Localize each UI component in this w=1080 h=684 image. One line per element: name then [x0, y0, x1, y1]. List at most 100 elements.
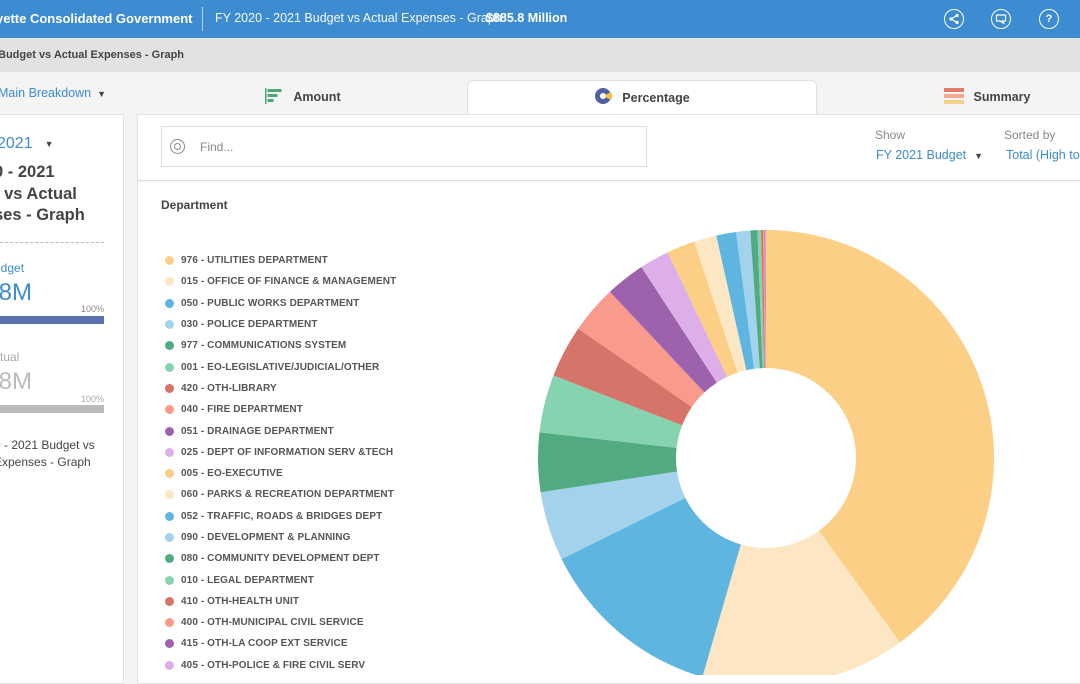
top-bar: yette Consolidated Government FY 2020 - … — [0, 0, 1080, 38]
legend-label: 050 - PUBLIC WORKS DEPARTMENT — [181, 297, 360, 309]
legend-label: 977 - COMMUNICATIONS SYSTEM — [181, 340, 347, 352]
legend-item[interactable]: 010 - LEGAL DEPARTMENT — [165, 569, 396, 590]
legend-item[interactable]: 405 - OTH-POLICE & FIRE CIVIL SERV — [165, 655, 396, 676]
legend-label: 051 - DRAINAGE DEPARTMENT — [181, 425, 334, 437]
comment-icon — [995, 14, 1007, 25]
legend-swatch — [165, 469, 174, 479]
sort-dropdown[interactable]: Total (High to — [1006, 148, 1080, 162]
legend-label: 405 - OTH-POLICE & FIRE CIVIL SERV — [181, 659, 366, 671]
show-dropdown[interactable]: FY 2021 Budget ▼ — [876, 148, 983, 162]
legend-item[interactable]: 051 - DRAINAGE DEPARTMENT — [165, 420, 396, 441]
legend-item[interactable]: 025 - DEPT OF INFORMATION SERV &TECH — [165, 442, 396, 463]
legend-item[interactable]: 977 - COMMUNICATIONS SYSTEM — [165, 335, 396, 356]
chart-title: Department — [161, 198, 228, 212]
tab-amount[interactable]: Amount — [138, 80, 468, 114]
actual-progress-fill — [0, 405, 104, 413]
legend-swatch — [165, 320, 174, 330]
budget-label: udget — [0, 261, 25, 275]
legend-swatch — [165, 298, 174, 308]
bar-chart-icon — [265, 87, 283, 107]
legend-swatch — [165, 533, 174, 542]
sidebar-description: 0 - 2021 Budget vs Expenses - Graph — [0, 438, 95, 469]
legend-item[interactable]: 415 - OTH-LA COOP EXT SERVICE — [165, 633, 396, 654]
legend-label: 976 - UTILITIES DEPARTMENT — [181, 255, 328, 267]
actual-value: .8M — [0, 368, 33, 395]
legend-label: 030 - POLICE DEPARTMENT — [181, 319, 318, 331]
share-icon — [949, 13, 959, 25]
legend-label: 080 - COMMUNITY DEVELOPMENT DEPT — [181, 553, 380, 565]
share-button[interactable] — [944, 9, 964, 29]
chart-legend: 976 - UTILITIES DEPARTMENT 015 - OFFICE O… — [165, 250, 396, 676]
summary-icon — [943, 87, 964, 107]
legend-swatch — [165, 383, 174, 393]
legend-item[interactable]: 040 - FIRE DEPARTMENT — [165, 399, 396, 420]
budget-percent: 100% — [80, 304, 104, 314]
legend-item[interactable]: 050 - PUBLIC WORKS DEPARTMENT — [165, 293, 396, 314]
budget-progress-fill — [0, 316, 104, 324]
legend-item[interactable]: 410 - OTH-HEALTH UNIT — [165, 591, 396, 612]
total-amount: $885.8 Million — [486, 11, 568, 25]
breakdown-label: Main Breakdown — [0, 86, 92, 100]
legend-item[interactable]: 080 - COMMUNITY DEVELOPMENT DEPT — [165, 548, 396, 569]
legend-swatch — [165, 639, 174, 649]
legend-item[interactable]: 976 - UTILITIES DEPARTMENT — [165, 250, 396, 271]
legend-swatch — [165, 511, 174, 521]
help-button[interactable]: ? — [1039, 9, 1059, 29]
comment-button[interactable] — [991, 9, 1011, 29]
legend-swatch — [165, 447, 174, 457]
legend-label: 415 - OTH-LA COOP EXT SERVICE — [181, 638, 348, 650]
legend-swatch — [165, 277, 174, 287]
search-input[interactable] — [200, 137, 620, 157]
legend-label: 015 - OFFICE OF FINANCE & MANAGEMENT — [181, 276, 397, 288]
legend-label: 005 - EO-EXECUTIVE — [181, 468, 283, 480]
actual-label: ctual — [0, 350, 20, 364]
tab-summary[interactable]: Summary — [817, 80, 1080, 114]
sidebar-heading: 0 - 2021 t vs Actual ses - Graph — [0, 163, 85, 224]
year-dropdown[interactable]: 2021 ▼ — [0, 135, 54, 153]
legend-swatch — [165, 405, 174, 415]
header-divider — [202, 7, 203, 31]
legend-label: 410 - OTH-HEALTH UNIT — [181, 595, 300, 607]
legend-item[interactable]: 052 - TRAFFIC, ROADS & BRIDGES DEPT — [165, 506, 396, 527]
donut-chart — [538, 230, 994, 675]
legend-swatch — [165, 426, 174, 436]
sort-label: Sorted by — [1004, 128, 1056, 142]
actual-percent: 100% — [80, 394, 104, 404]
legend-item[interactable]: 060 - PARKS & RECREATION DEPARTMENT — [165, 484, 396, 505]
legend-item[interactable]: 400 - OTH-MUNICIPAL CIVIL SERVICE — [165, 612, 396, 633]
caret-down-icon: ▼ — [97, 89, 107, 99]
page-title: FY 2020 - 2021 Budget vs Actual Expenses… — [215, 11, 502, 25]
legend-label: 040 - FIRE DEPARTMENT — [181, 404, 303, 416]
legend-swatch — [165, 618, 174, 628]
legend-item[interactable]: 015 - OFFICE OF FINANCE & MANAGEMENT — [165, 271, 396, 292]
legend-swatch — [165, 362, 174, 372]
actual-progress-bar — [0, 405, 104, 413]
legend-swatch — [165, 554, 174, 564]
org-name: yette Consolidated Government — [0, 11, 193, 26]
show-value: FY 2021 Budget — [876, 148, 967, 162]
legend-item[interactable]: 420 - OTH-LIBRARY — [165, 378, 396, 399]
caret-down-icon: ▼ — [974, 151, 984, 161]
legend-swatch — [165, 660, 174, 670]
legend-item[interactable]: 090 - DEVELOPMENT & PLANNING — [165, 527, 396, 548]
legend-swatch — [165, 575, 174, 585]
budget-progress-bar — [0, 316, 104, 324]
tab-amount-label: Amount — [293, 90, 341, 104]
year-value: 2021 — [0, 135, 33, 152]
legend-item[interactable]: 005 - EO-EXECUTIVE — [165, 463, 396, 484]
legend-label: 001 - EO-LEGISLATIVE/JUDICIAL/OTHER — [181, 361, 380, 373]
search-icon — [170, 139, 185, 154]
legend-item[interactable]: 001 - EO-LEGISLATIVE/JUDICIAL/OTHER — [165, 356, 396, 377]
legend-item[interactable]: 030 - POLICE DEPARTMENT — [165, 314, 396, 335]
breadcrumb-bar: Budget vs Actual Expenses - Graph — [0, 38, 1080, 72]
breakdown-dropdown[interactable]: Main Breakdown ▼ — [0, 86, 106, 100]
caret-down-icon: ▼ — [44, 138, 54, 149]
search-box[interactable] — [161, 126, 647, 167]
legend-label: 400 - OTH-MUNICIPAL CIVIL SERVICE — [181, 617, 364, 629]
legend-swatch — [165, 256, 174, 266]
tab-percentage[interactable]: Percentage — [467, 80, 817, 114]
sort-value: Total (High to — [1006, 148, 1080, 162]
help-icon: ? — [1045, 13, 1053, 25]
budget-value: .8M — [0, 279, 33, 306]
legend-label: 090 - DEVELOPMENT & PLANNING — [181, 532, 351, 543]
